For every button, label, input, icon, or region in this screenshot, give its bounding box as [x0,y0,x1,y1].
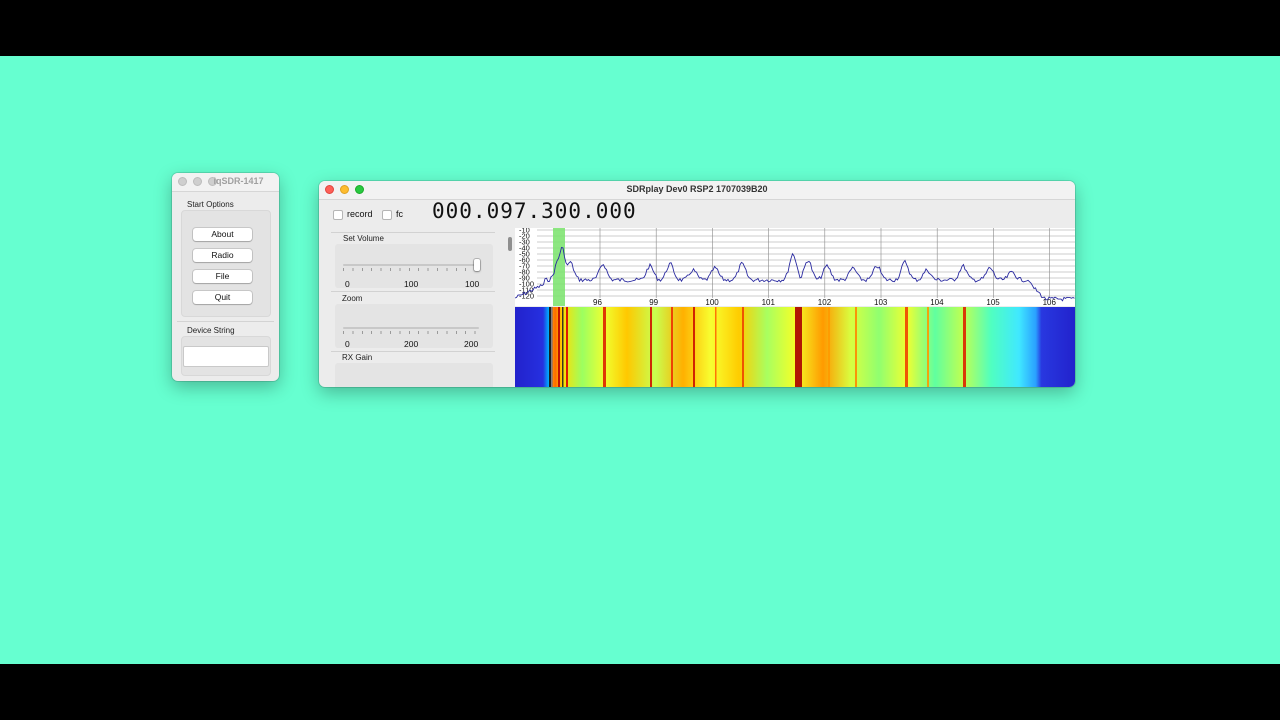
about-button[interactable]: About [193,228,252,241]
slider-min-value: 0 [345,279,350,289]
frequency-display[interactable]: 000.097.300.000 [432,199,637,223]
waterfall-signal-line [693,307,695,387]
record-checkbox[interactable] [333,210,343,220]
spectrum-plot[interactable]: -10-20-30-40-50-60-70-80-90-100-110-120 … [515,228,1075,306]
divider [177,321,274,322]
waterfall-signal-line [742,307,744,387]
divider [331,351,495,352]
launcher-title: iqSDR-1417 [213,176,264,186]
waterfall-display[interactable] [515,307,1075,387]
waterfall-signal-line [650,307,652,387]
record-label: record [347,209,373,219]
waterfall-signal-line [795,307,802,387]
x-tick-label: 96 [593,298,602,306]
waterfall-signal-line [671,307,673,387]
volume-label: Set Volume [343,234,384,243]
main-titlebar[interactable]: SDRplay Dev0 RSP2 1707039B20 [319,181,1075,200]
slider-track [343,327,479,329]
fc-label: fc [396,209,404,219]
device-string-field[interactable] [183,346,269,367]
waterfall-signal-line [553,307,555,387]
waterfall-signal-line [549,307,551,387]
launcher-window: iqSDR-1417 Start Options About Radio Fil… [172,173,279,381]
fc-checkbox[interactable] [382,210,392,220]
zoom-label: Zoom [342,294,363,303]
device-string-label: Device String [187,326,235,335]
waterfall-signal-line [828,307,830,387]
x-tick-label: 102 [818,298,832,306]
x-tick-label: 103 [874,298,888,306]
spectrum-y-axis: -10-20-30-40-50-60-70-80-90-100-110-120 [519,228,534,301]
x-tick-label: 101 [762,298,776,306]
x-tick-label: 106 [1043,298,1057,306]
slider-mid-value: 200 [404,339,419,349]
spectrum-x-axis: 96 99 100 101 102 103 104 105 106 [593,298,1056,306]
start-options-label: Start Options [187,200,234,209]
spectrum-trace [515,246,1075,302]
zoom-slider[interactable]: 0 200 200 [335,304,493,349]
sdr-main-window: SDRplay Dev0 RSP2 1707039B20 record fc 0… [319,181,1075,387]
slider-ticks [343,331,479,334]
waterfall-signal-line [558,307,560,387]
radio-button[interactable]: Radio [193,249,252,262]
slider-current-value: 200 [464,339,479,349]
waterfall-signal-line [963,307,966,387]
volume-slider[interactable]: 0 100 100 [335,244,493,289]
scrollbar-thumb[interactable] [508,237,512,251]
waterfall-signal-line [905,307,908,387]
slider-knob[interactable] [474,259,480,271]
launcher-titlebar[interactable]: iqSDR-1417 [172,173,279,192]
slider-min-value: 0 [345,339,350,349]
main-title: SDRplay Dev0 RSP2 1707039B20 [626,184,768,194]
x-tick-label: 105 [986,298,1000,306]
file-button[interactable]: File [193,270,252,283]
slider-ticks [343,268,479,271]
rx-gain-label: RX Gain [342,353,373,362]
waterfall-signal-line [562,307,564,387]
waterfall-signal-line [603,307,606,387]
slider-current-value: 100 [465,279,480,289]
waterfall-signal-line [715,307,717,387]
slider-track [343,264,479,266]
divider [331,291,495,292]
waterfall-signal-line [927,307,929,387]
waterfall-signal-line [566,307,568,387]
x-tick-label: 100 [705,298,719,306]
x-tick-label: 104 [930,298,944,306]
waterfall-signal-line [855,307,857,387]
rx-gain-slider[interactable] [335,363,493,387]
x-tick-label: 99 [649,298,658,306]
slider-mid-value: 100 [404,279,419,289]
divider [331,232,495,233]
quit-button[interactable]: Quit [193,291,252,304]
